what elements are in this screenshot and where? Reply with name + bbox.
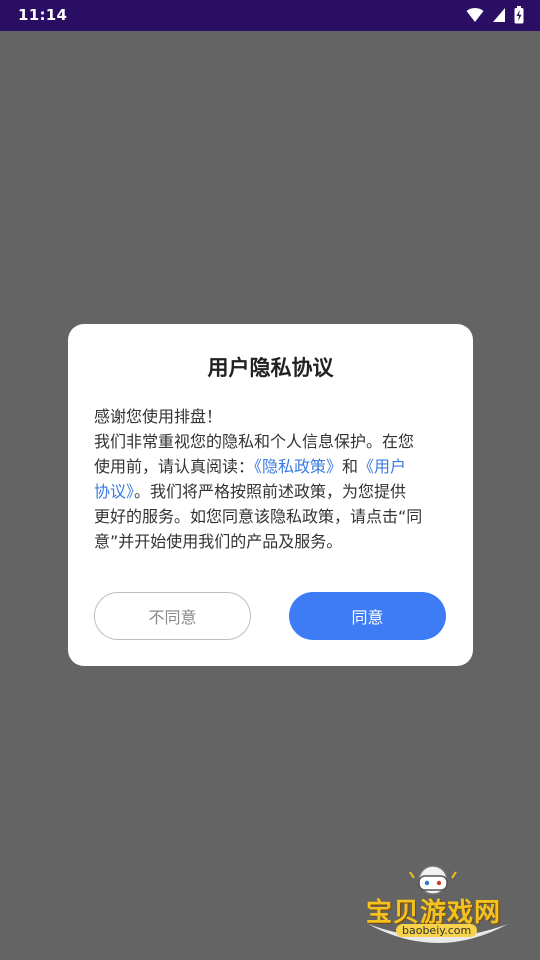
body-text: 和 — [342, 457, 359, 476]
user-agreement-link-continued[interactable]: 协议》 — [94, 482, 134, 501]
watermark-url: baobeiy.com — [396, 924, 478, 937]
privacy-dialog: 用户隐私协议 感谢您使用排盘！ 我们非常重视您的隐私和个人信息保护。在您 使用前… — [68, 324, 473, 666]
watermark-logo: 宝贝游戏网 baobeiy.com — [358, 862, 518, 952]
body-line: 使用前，请认真阅读：《隐私政策》和《用户 — [94, 454, 444, 479]
status-time: 11:14 — [18, 6, 68, 24]
agree-button[interactable]: 同意 — [289, 592, 446, 640]
body-text: 。我们将严格按照前述政策，为您提供 — [134, 482, 407, 501]
body-line: 意”并开始使用我们的产品及服务。 — [94, 532, 343, 551]
battery-charging-icon — [514, 6, 524, 24]
dialog-title: 用户隐私协议 — [207, 356, 334, 380]
body-line: 感谢您使用排盘！ — [94, 407, 223, 426]
wifi-icon — [466, 7, 484, 23]
body-text: 使用前，请认真阅读： — [94, 457, 255, 476]
body-line: 我们非常重视您的隐私和个人信息保护。在您 — [94, 432, 415, 451]
body-line: 更好的服务。如您同意该隐私政策，请点击“同 — [94, 507, 423, 526]
disagree-button[interactable]: 不同意 — [94, 592, 251, 640]
cellular-signal-icon — [492, 7, 506, 23]
status-icons — [466, 6, 524, 24]
dialog-body: 感谢您使用排盘！ 我们非常重视您的隐私和个人信息保护。在您 使用前，请认真阅读：… — [94, 404, 444, 554]
body-line: 协议》。我们将严格按照前述政策，为您提供 — [94, 479, 444, 504]
privacy-policy-link[interactable]: 《隐私政策》 — [254, 457, 342, 476]
user-agreement-link[interactable]: 《用户 — [358, 457, 406, 476]
status-bar: 11:14 — [0, 0, 540, 31]
